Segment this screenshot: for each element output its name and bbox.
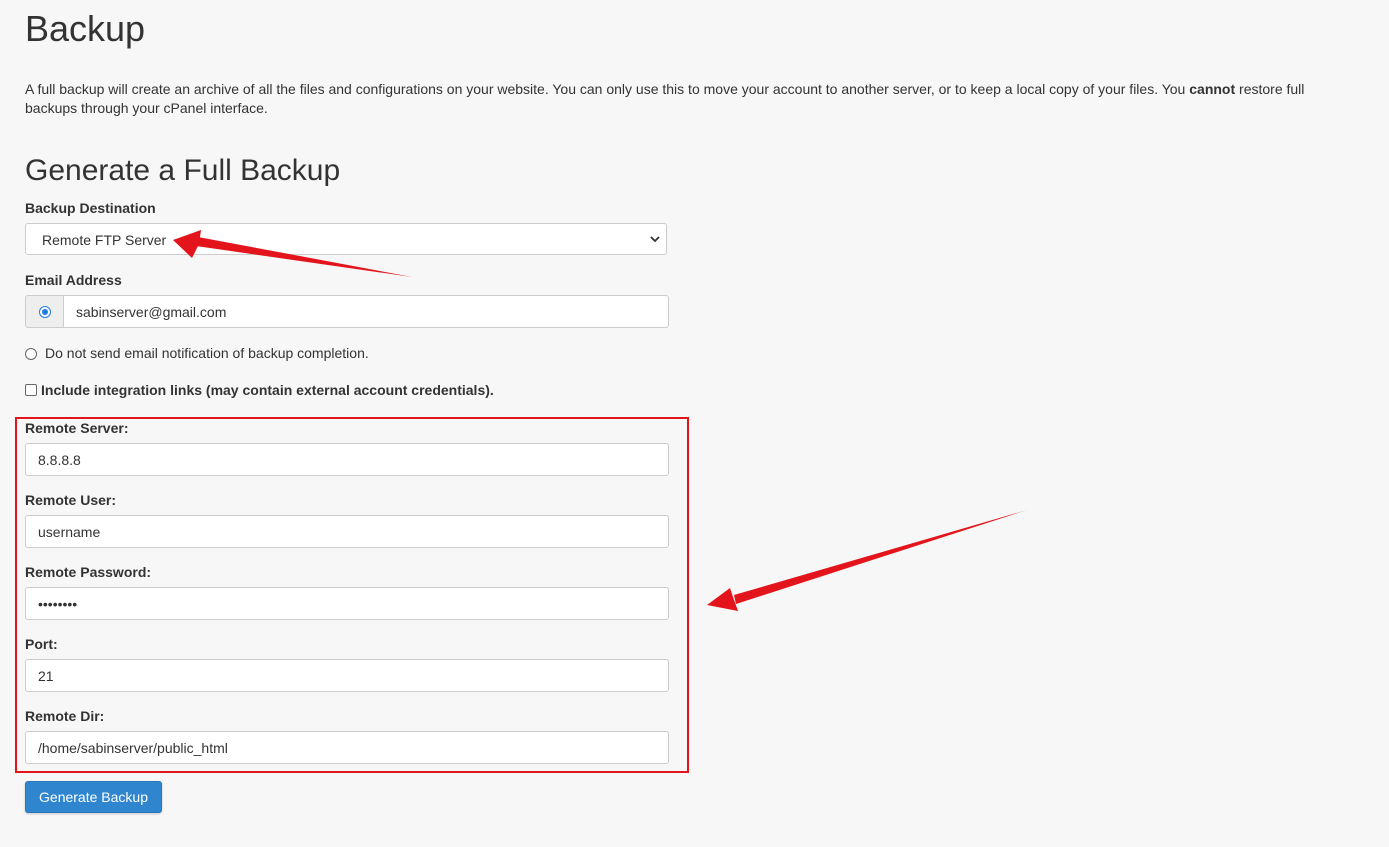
integration-label: Include integration links (may contain e… <box>41 382 494 398</box>
destination-select-value: Remote FTP Server <box>42 232 167 248</box>
no-email-radio[interactable] <box>25 348 37 360</box>
no-email-label: Do not send email notification of backup… <box>45 345 369 361</box>
generate-backup-button[interactable]: Generate Backup <box>25 781 162 813</box>
remote-password-label: Remote Password: <box>25 564 152 580</box>
annotation-arrow-remote-fields <box>707 510 1027 611</box>
remote-user-input[interactable]: username <box>25 515 669 548</box>
page-title: Backup <box>25 8 146 49</box>
port-input[interactable]: 21 <box>25 659 669 692</box>
intro-bold: cannot <box>1189 81 1236 97</box>
destination-label: Backup Destination <box>25 200 156 216</box>
email-input-group: sabinserver@gmail.com <box>25 295 669 328</box>
integration-option[interactable]: Include integration links (may contain e… <box>25 382 494 398</box>
intro-text: A full backup will create an archive of … <box>25 81 1190 97</box>
integration-checkbox[interactable] <box>25 384 37 396</box>
radio-selected-icon[interactable] <box>38 305 51 318</box>
email-field[interactable]: sabinserver@gmail.com <box>63 295 669 328</box>
remote-server-label: Remote Server: <box>25 420 129 436</box>
remote-server-input[interactable]: 8.8.8.8 <box>25 443 669 476</box>
intro-paragraph: A full backup will create an archive of … <box>25 80 1335 118</box>
email-radio-addon[interactable] <box>25 295 63 328</box>
section-title: Generate a Full Backup <box>25 154 341 187</box>
email-label: Email Address <box>25 272 122 288</box>
remote-user-label: Remote User: <box>25 492 117 508</box>
remote-dir-input[interactable]: /home/sabinserver/public_html <box>25 731 669 764</box>
remote-password-input[interactable]: •••••••• <box>25 587 669 620</box>
port-label: Port: <box>25 636 58 652</box>
no-email-option[interactable]: Do not send email notification of backup… <box>25 345 369 361</box>
remote-dir-label: Remote Dir: <box>25 708 105 724</box>
chevron-down-icon <box>650 236 660 243</box>
destination-select[interactable]: Remote FTP Server <box>25 223 667 255</box>
